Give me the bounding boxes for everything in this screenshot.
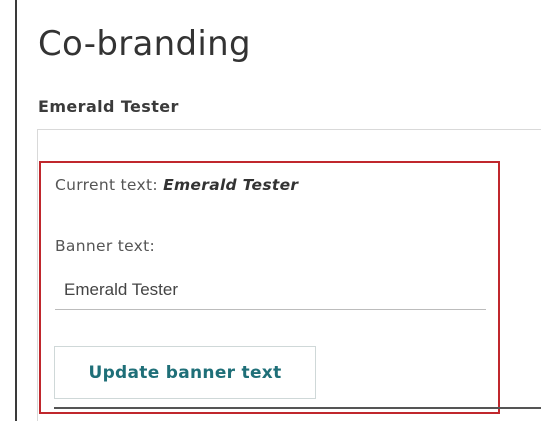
current-text-value: Emerald Tester — [163, 176, 299, 194]
update-banner-text-button[interactable]: Update banner text — [54, 346, 316, 399]
current-text-row: Current text: Emerald Tester — [55, 175, 298, 195]
section-divider — [54, 407, 541, 409]
organization-name: Emerald Tester — [38, 97, 179, 116]
window-left-border — [15, 0, 17, 421]
banner-text-label: Banner text: — [55, 237, 156, 255]
page-title: Co-branding — [38, 24, 251, 64]
current-text-label: Current text: — [55, 176, 158, 194]
banner-text-input[interactable] — [55, 270, 486, 310]
